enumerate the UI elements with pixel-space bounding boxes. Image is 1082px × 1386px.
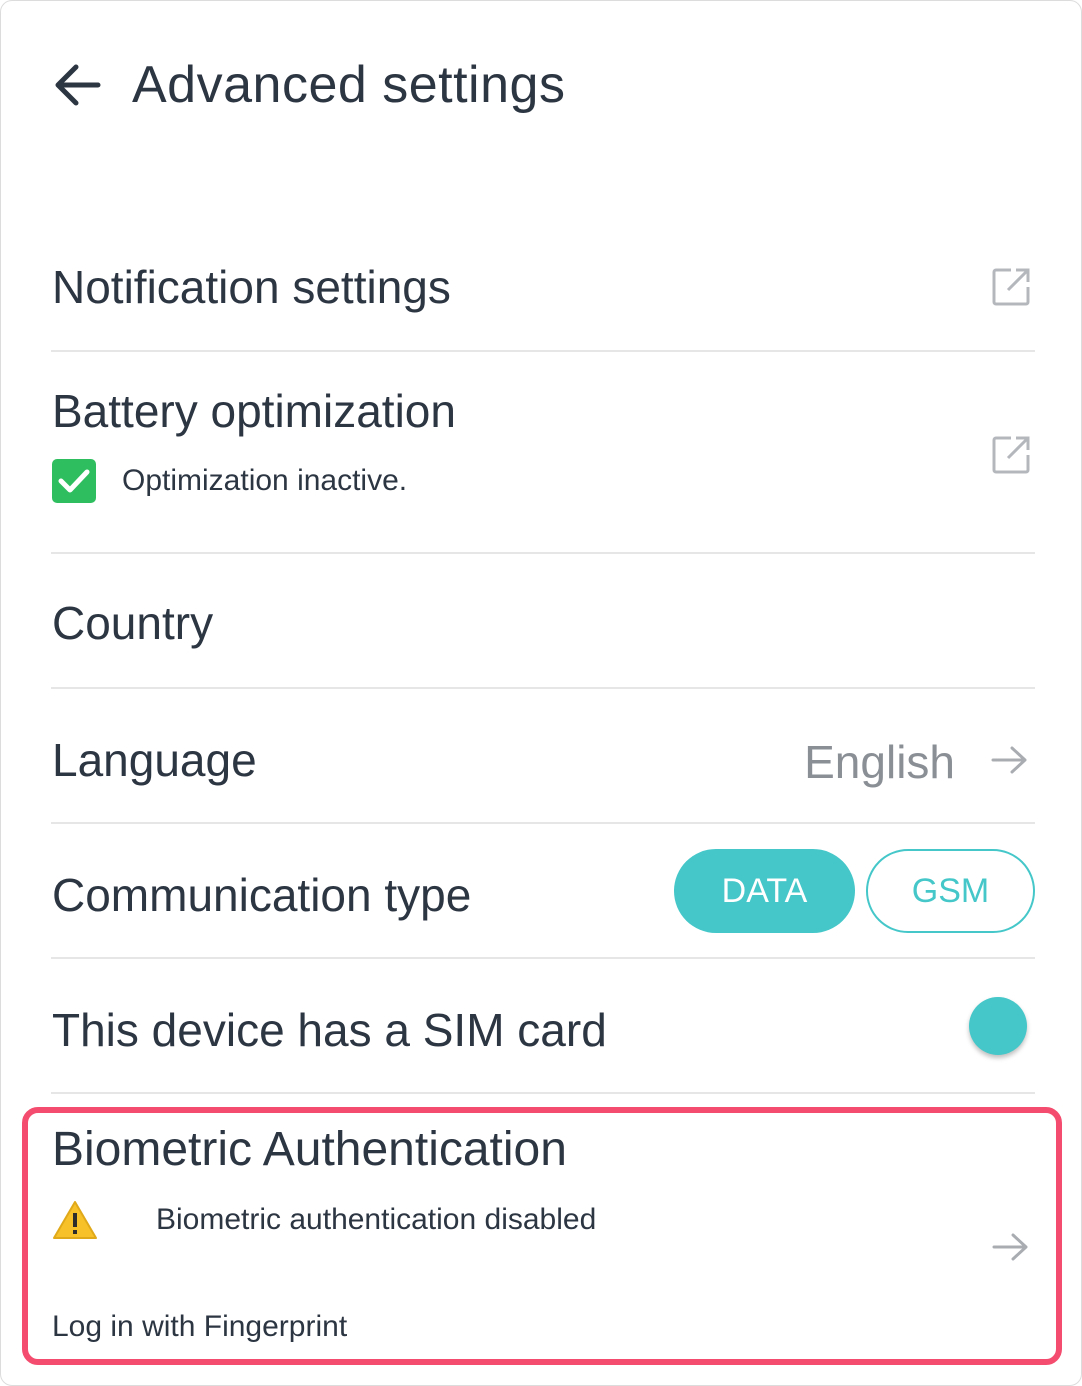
language-value: English	[804, 736, 955, 788]
back-button[interactable]	[52, 55, 112, 115]
communication-type-label: Communication type	[52, 869, 472, 921]
header: Advanced settings	[52, 50, 565, 120]
external-link-icon[interactable]	[991, 267, 1031, 307]
fingerprint-login-label: Log in with Fingerprint	[52, 1310, 348, 1343]
communication-type-row: Communication type DATA GSM	[51, 824, 1035, 959]
language-label: Language	[52, 734, 257, 786]
gsm-option-button[interactable]: GSM	[866, 849, 1035, 933]
battery-optimization-row[interactable]: Battery optimization Optimization inacti…	[51, 352, 1035, 554]
battery-status: Optimization inactive.	[52, 459, 407, 503]
check-box-icon	[52, 459, 96, 503]
arrow-right-icon[interactable]	[991, 745, 1029, 775]
arrow-right-icon[interactable]	[992, 1232, 1030, 1262]
biometric-title[interactable]: Biometric Authentication	[52, 1122, 567, 1177]
data-option-button[interactable]: DATA	[674, 849, 855, 933]
battery-status-text: Optimization inactive.	[122, 464, 408, 497]
sim-card-label: This device has a SIM card	[52, 1004, 607, 1056]
arrow-left-icon	[55, 64, 101, 106]
notification-settings-row[interactable]: Notification settings	[51, 222, 1035, 352]
notification-settings-label: Notification settings	[52, 261, 451, 313]
battery-optimization-label: Battery optimization	[52, 385, 456, 437]
biometric-status: Biometric authentication disabled	[52, 1200, 596, 1240]
country-row[interactable]: Country	[51, 554, 1035, 689]
page-title: Advanced settings	[132, 56, 566, 114]
sim-card-toggle[interactable]	[969, 997, 1027, 1055]
warning-icon	[53, 1201, 97, 1239]
sim-card-row: This device has a SIM card	[51, 959, 1035, 1094]
external-link-icon[interactable]	[991, 435, 1031, 475]
biometric-status-text: Biometric authentication disabled	[156, 1203, 597, 1236]
country-label: Country	[52, 597, 214, 649]
language-row[interactable]: Language English	[51, 689, 1035, 824]
